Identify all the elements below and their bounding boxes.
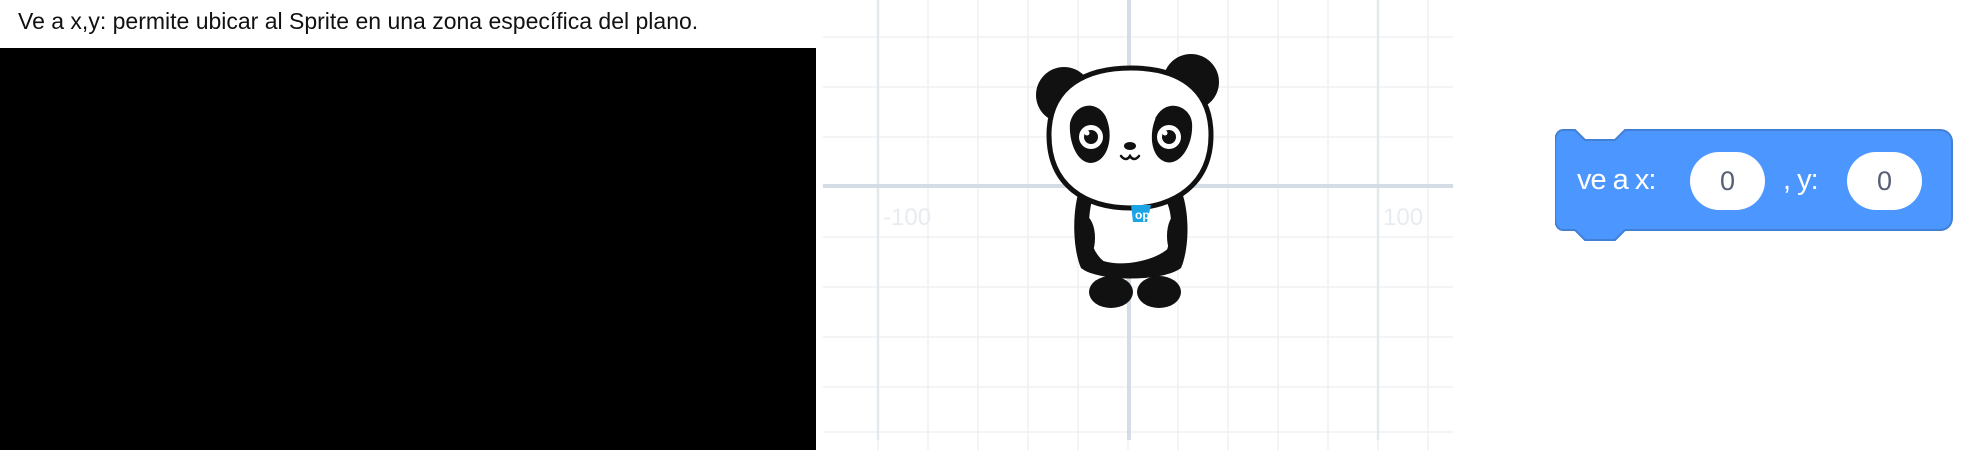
goto-y-label: , y: — [1783, 164, 1819, 196]
page: Ve a x,y: permite ubicar al Sprite en un… — [0, 0, 1963, 450]
goto-x-input[interactable]: 0 — [1690, 152, 1765, 210]
x-tick-pos-label: 100 — [1383, 204, 1423, 231]
black-video-panel — [0, 48, 816, 450]
goto-y-input[interactable]: 0 — [1847, 152, 1922, 210]
stage-grid: -100 100 op — [823, 0, 1453, 450]
panda-sprite-icon[interactable]: op — [1036, 54, 1219, 308]
svg-text:op: op — [1135, 208, 1150, 222]
caption-text: Ve a x,y: permite ubicar al Sprite en un… — [18, 8, 699, 34]
goto-xy-block[interactable]: ve a x: 0 , y: 0 — [1555, 120, 1963, 250]
x-tick-neg-label: -100 — [883, 204, 931, 231]
stage-grid-canvas: -100 100 op — [823, 0, 1453, 450]
goto-x-label: ve a x: — [1577, 164, 1656, 196]
